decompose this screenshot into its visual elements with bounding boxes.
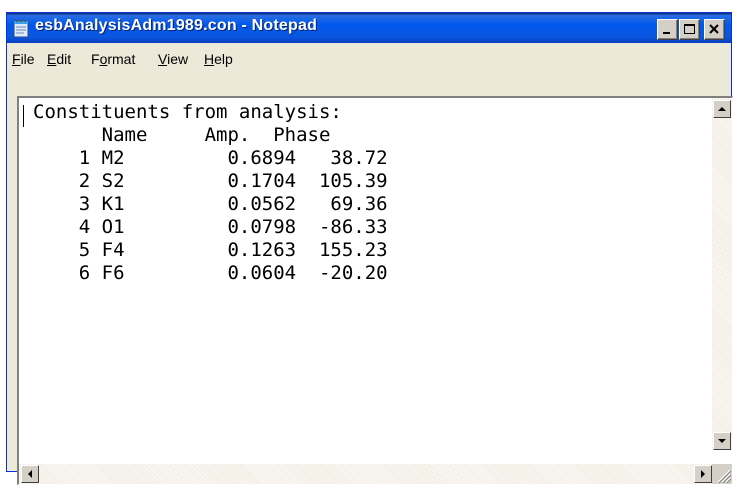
text-line: 5 F4 0.1263 155.23 — [33, 239, 388, 261]
arrow-up-icon — [718, 107, 726, 111]
close-button[interactable] — [704, 19, 725, 40]
scroll-up-button[interactable] — [713, 100, 731, 118]
notepad-icon — [13, 19, 30, 38]
text-line: Name Amp. Phase — [33, 124, 331, 146]
menu-edit[interactable]: Edit — [47, 51, 71, 67]
document-text: Constituents from analysis: Name Amp. Ph… — [33, 101, 388, 285]
menu-view[interactable]: View — [158, 51, 188, 67]
menu-format[interactable]: Format — [91, 51, 135, 67]
close-icon — [709, 24, 719, 34]
menu-bar: File Edit Format View Help — [7, 45, 731, 71]
window-title: esbAnalysisAdm1989.con - Notepad — [35, 17, 318, 34]
minimize-icon — [663, 32, 670, 34]
text-editor[interactable]: Constituents from analysis: Name Amp. Ph… — [17, 96, 733, 485]
text-line: 3 K1 0.0562 69.36 — [33, 193, 388, 215]
text-line: 1 M2 0.6894 38.72 — [33, 147, 388, 169]
text-line: 4 O1 0.0798 -86.33 — [33, 216, 388, 238]
arrow-right-icon — [701, 470, 705, 478]
text-line: 6 F6 0.0604 -20.20 — [33, 262, 388, 284]
resize-grip[interactable] — [712, 464, 732, 484]
arrow-left-icon — [28, 470, 32, 478]
notepad-window: esbAnalysisAdm1989.con - Notepad File Ed… — [6, 12, 733, 485]
scroll-down-button[interactable] — [713, 432, 731, 450]
title-bar[interactable]: esbAnalysisAdm1989.con - Notepad — [7, 13, 731, 43]
vertical-scrollbar[interactable] — [712, 98, 732, 450]
maximize-icon — [684, 24, 695, 34]
menu-file[interactable]: File — [12, 51, 35, 67]
minimize-button[interactable] — [657, 19, 678, 40]
horizontal-scrollbar[interactable] — [19, 464, 712, 484]
arrow-down-icon — [718, 439, 726, 443]
menu-help[interactable]: Help — [204, 51, 233, 67]
scroll-right-button[interactable] — [694, 465, 712, 483]
text-line: 2 S2 0.1704 105.39 — [33, 170, 388, 192]
text-area[interactable]: Constituents from analysis: Name Amp. Ph… — [19, 98, 716, 456]
resize-grip-icon — [717, 469, 732, 484]
maximize-button[interactable] — [679, 19, 700, 40]
scroll-left-button[interactable] — [21, 465, 39, 483]
text-caret — [23, 105, 24, 127]
text-line: Constituents from analysis: — [33, 101, 342, 123]
